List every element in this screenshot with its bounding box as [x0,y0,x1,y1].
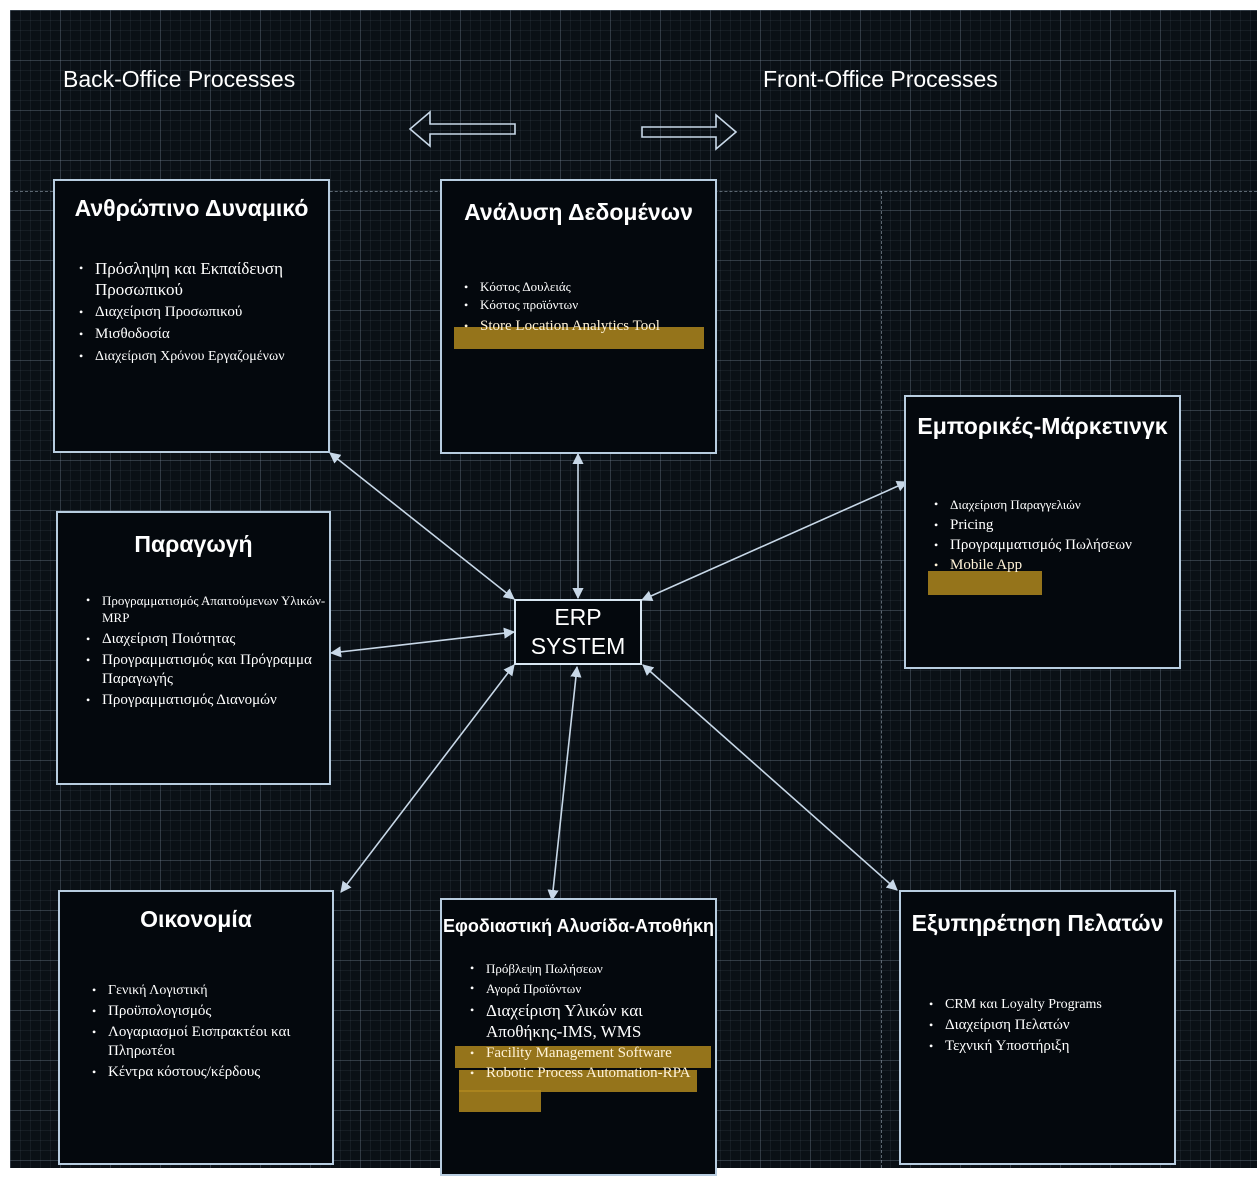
erp-system-node: ERP SYSTEM [514,599,642,665]
hr-box: Ανθρώπινο Δυναμικό Πρόσληψη και Εκπαίδευ… [53,179,330,453]
customer-service-title: Εξυπηρέτηση Πελατών [911,910,1164,936]
erp-line-2: SYSTEM [530,633,626,659]
list-item: Αγορά Προϊόντων [470,979,715,998]
finance-box: Οικονομία Γενική Λογιστική Προϋπολογισμό… [58,890,334,1165]
marketing-title: Εμπορικές-Μάρκετινγκ [917,413,1168,439]
list-item: Store Location Analytics Tool [464,317,715,336]
marketing-box: Εμπορικές-Μάρκετινγκ Διαχείριση Παραγγελ… [904,395,1181,669]
erp-line-1: ERP [554,604,602,630]
list-item: Mobile App [934,556,1179,575]
hr-erp-connector [329,452,515,600]
list-item: Προγραμματισμός Πωλήσεων [934,536,1179,555]
list-item: Προγραμματισμός και Πρόγραμμα Παραγωγής [86,651,329,689]
highlight-mark [459,1090,541,1112]
list-item: Τεχνική Υποστήριξη [929,1037,1174,1056]
service-erp-connector [642,664,898,891]
left-arrow-icon [408,110,516,148]
logistics-erp-connector [547,665,582,902]
customer-service-box: Εξυπηρέτηση Πελατών CRM και Loyalty Prog… [899,890,1176,1165]
list-item: Διαχείριση Ποιότητας [86,630,329,649]
list-item: Διαχείριση Υλικών και Αποθήκης-IMS, WMS [470,1000,715,1042]
hr-title: Ανθρώπινο Δυναμικό [74,195,309,221]
marketing-erp-connector [640,480,909,602]
list-item: Προϋπολογισμός [92,1002,332,1021]
finance-title: Οικονομία [140,906,252,932]
data-analysis-title: Ανάλυση Δεδομένων [464,199,693,225]
data-analysis-box: Ανάλυση Δεδομένων Κόστος Δουλειάς Κόστος… [440,179,717,454]
list-item: Κόστος Δουλειάς [464,278,715,296]
right-arrow-icon [641,113,738,151]
list-item: Διαχείριση Πελατών [929,1016,1174,1035]
production-box: Παραγωγή Προγραμματισμός Απαιτούμενων Υλ… [56,511,331,785]
list-item: Pricing [934,516,1179,535]
list-item: Διαχείριση Χρόνου Εργαζομένων [79,347,328,366]
list-item: Διαχείριση Προσωπικού [79,303,328,322]
production-title: Παραγωγή [134,531,253,557]
list-item: Κέντρα κόστους/κέρδους [92,1063,332,1082]
list-item: Γενική Λογιστική [92,981,332,1000]
logistics-title: Εφοδιαστική Αλυσίδα-Αποθήκη [442,916,715,936]
list-item: Προγραμματισμός Διανομών [86,691,329,710]
list-item: Πρόσληψη και Εκπαίδευση Προσωπικού [79,258,328,300]
list-item: CRM και Loyalty Programs [929,995,1174,1014]
logistics-box: Εφοδιαστική Αλυσίδα-Αποθήκη Πρόβλεψη Πωλ… [440,898,717,1176]
list-item: Προγραμματισμός Απαιτούμενων Υλικών-MRP [86,592,329,626]
list-item: Κόστος προϊόντων [464,296,715,314]
list-item: Πρόβλεψη Πωλήσεων [470,959,715,978]
list-item: Robotic Process Automation-RPA [470,1064,715,1083]
production-erp-connector [329,627,516,658]
list-item: Facility Management Software [470,1044,715,1063]
finance-erp-connector [340,664,515,893]
list-item: Διαχείριση Παραγγελιών [934,495,1179,514]
list-item: Λογαριασμοί Εισπρακτέοι και Πληρωτέοι [92,1023,332,1061]
list-item: Μισθοδοσία [79,325,328,344]
